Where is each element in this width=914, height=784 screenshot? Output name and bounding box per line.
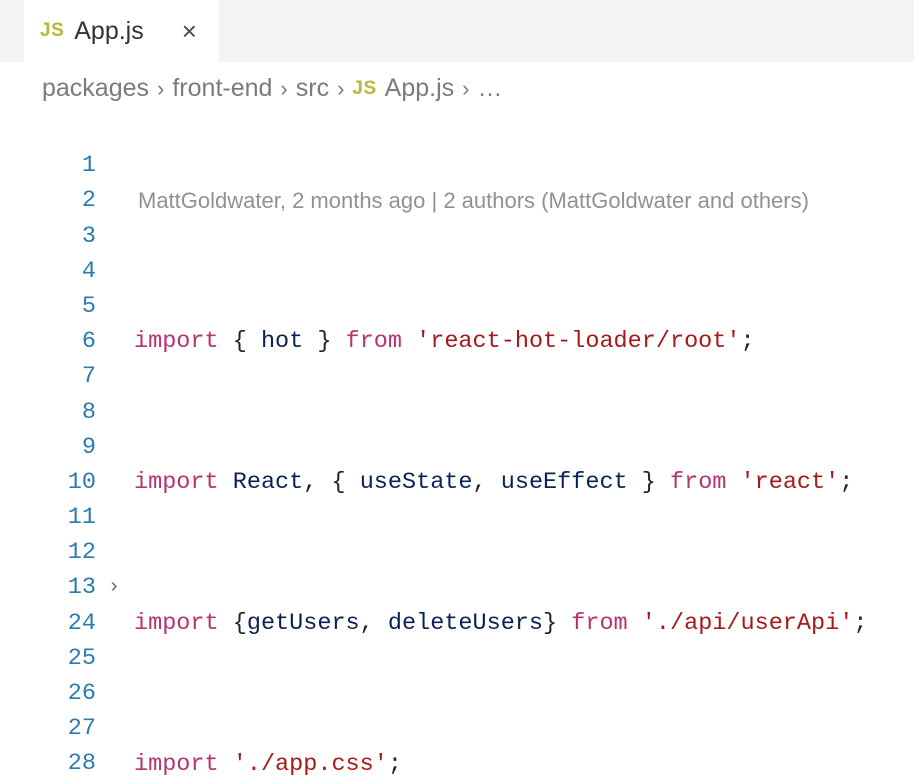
line-number: 5 <box>0 289 96 324</box>
line-number: 10 <box>0 465 96 500</box>
breadcrumb-file[interactable]: App.js <box>385 74 454 103</box>
line-number: 6 <box>0 324 96 359</box>
fold-gutter: › <box>108 113 134 784</box>
code-content[interactable]: MattGoldwater, 2 months ago | 2 authors … <box>134 113 914 784</box>
line-number: 11 <box>0 500 96 535</box>
line-number: 4 <box>0 254 96 289</box>
breadcrumb-segment[interactable]: src <box>296 74 329 103</box>
code-editor[interactable]: 1 2 3 4 5 6 7 8 9 10 11 12 13 24 25 26 2… <box>0 111 914 784</box>
chevron-right-icon: › <box>280 76 287 102</box>
js-file-icon: JS <box>352 78 376 100</box>
line-number: 7 <box>0 359 96 394</box>
close-icon[interactable]: × <box>182 16 197 47</box>
breadcrumb: packages › front-end › src › JS App.js ›… <box>0 62 914 111</box>
breadcrumb-segment[interactable]: packages <box>42 74 149 103</box>
line-number: 28 <box>0 746 96 781</box>
line-number: 25 <box>0 641 96 676</box>
chevron-right-icon: › <box>462 76 469 102</box>
chevron-right-icon: › <box>157 76 164 102</box>
code-line[interactable]: import './app.css'; <box>134 747 914 782</box>
breadcrumb-more[interactable]: … <box>477 74 503 103</box>
line-number: 3 <box>0 219 96 254</box>
line-number: 8 <box>0 395 96 430</box>
fold-collapsed-icon[interactable]: › <box>108 570 120 605</box>
line-number-gutter: 1 2 3 4 5 6 7 8 9 10 11 12 13 24 25 26 2… <box>0 113 108 784</box>
js-file-icon: JS <box>40 20 64 42</box>
line-number: 12 <box>0 535 96 570</box>
line-number: 13 <box>0 570 96 605</box>
tab-app-js[interactable]: JS App.js × <box>24 0 219 62</box>
code-line[interactable]: import { hot } from 'react-hot-loader/ro… <box>134 324 914 359</box>
codelens-annotation[interactable]: MattGoldwater, 2 months ago | 2 authors … <box>134 183 914 218</box>
breadcrumb-segment[interactable]: front-end <box>172 74 272 103</box>
tab-filename: App.js <box>74 17 143 46</box>
line-number: 26 <box>0 676 96 711</box>
line-number: 27 <box>0 711 96 746</box>
line-number: 1 <box>0 148 96 183</box>
tab-bar: JS App.js × <box>0 0 914 62</box>
code-line[interactable]: import {getUsers, deleteUsers} from './a… <box>134 606 914 641</box>
chevron-right-icon: › <box>337 76 344 102</box>
line-number: 2 <box>0 183 96 218</box>
line-number: 24 <box>0 606 96 641</box>
code-line[interactable]: import React, { useState, useEffect } fr… <box>134 465 914 500</box>
line-number: 9 <box>0 430 96 465</box>
